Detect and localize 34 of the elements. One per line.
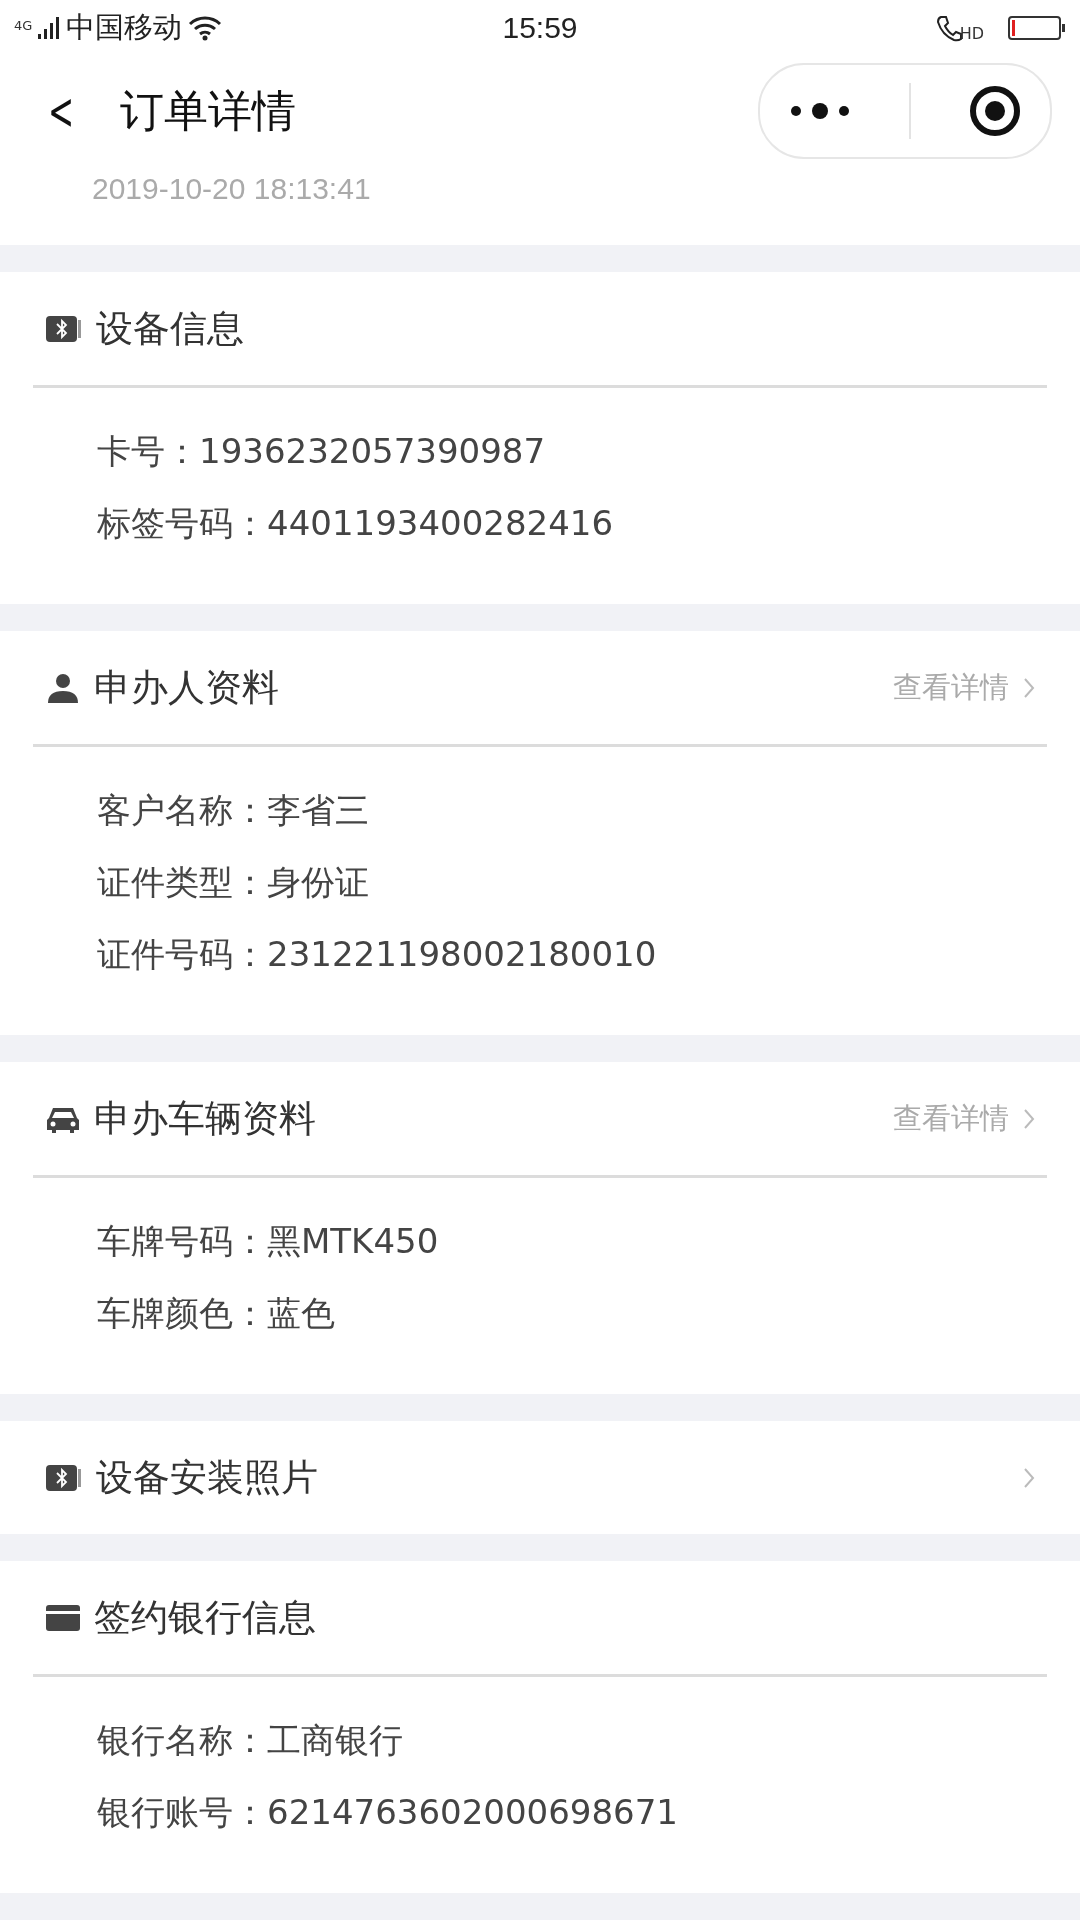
network-label: 4G: [14, 18, 33, 34]
clock-time: 15:59: [502, 11, 578, 46]
info-row-text: 证件号码：231221198002180010: [97, 933, 658, 976]
info-row-text: 标签号码：4401193400282416: [97, 502, 615, 545]
section-title: 申办车辆资料: [94, 1095, 317, 1142]
person-icon: [46, 672, 80, 703]
battery-icon: [1008, 15, 1066, 42]
order-time: 2019-10-20 18:13:41: [92, 171, 371, 207]
info-row-text: 卡号：1936232057390987: [97, 430, 547, 473]
hd-label: HD: [959, 24, 984, 43]
signal-icon: [38, 17, 61, 40]
info-row-text: 银行账号：6214763602000698671: [97, 1791, 679, 1834]
bluetooth-device-icon: [46, 1463, 82, 1492]
card-icon: [46, 1603, 80, 1632]
page-title: 订单详情: [120, 83, 297, 138]
bluetooth-device-icon: [46, 314, 82, 343]
close-icon[interactable]: [967, 84, 1022, 139]
info-row-text: 银行名称：工商银行: [97, 1719, 404, 1762]
section-title: 设备安装照片: [96, 1454, 319, 1501]
wifi-icon: [188, 15, 223, 42]
chevron-right-icon: [1023, 1107, 1035, 1130]
info-row-text: 客户名称：李省三: [97, 789, 370, 832]
view-details-link[interactable]: 查看详情: [893, 667, 1009, 708]
phone-icon: [935, 14, 962, 43]
back-button[interactable]: <: [48, 81, 72, 142]
section-title: 签约银行信息: [94, 1594, 317, 1641]
chevron-right-icon: [1023, 676, 1035, 699]
info-row-text: 证件类型：身份证: [97, 861, 370, 904]
section-title: 申办人资料: [94, 664, 280, 711]
info-row-text: 车牌颜色：蓝色: [97, 1292, 336, 1335]
carrier-name: 中国移动: [66, 9, 183, 47]
info-row-text: 车牌号码：黑MTK450: [97, 1220, 440, 1263]
view-details-link[interactable]: 查看详情: [893, 1098, 1009, 1139]
section-title: 设备信息: [96, 305, 245, 352]
